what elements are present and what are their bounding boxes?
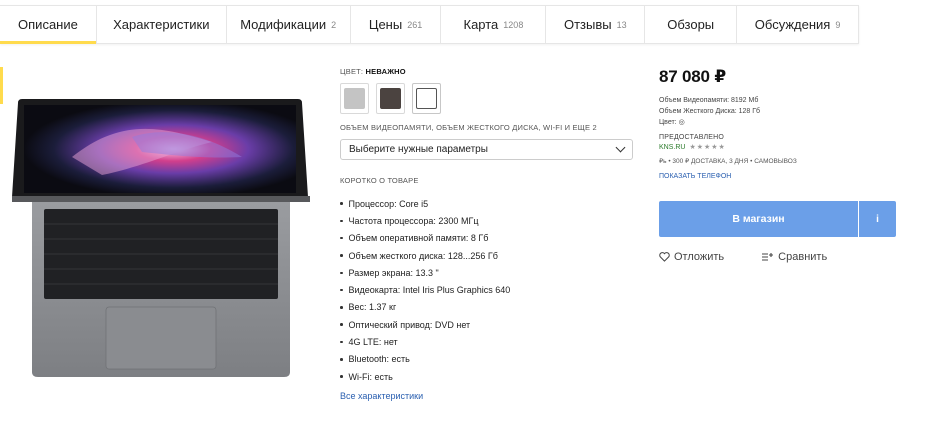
list-item: Размер экрана: 13.3 ": [340, 264, 640, 281]
to-store-button[interactable]: В магазин: [659, 201, 858, 237]
tab-count: 1208: [503, 19, 524, 30]
defer-button[interactable]: Отложить: [659, 251, 724, 263]
heart-icon: [659, 252, 670, 262]
list-item: Bluetooth: есть: [340, 351, 640, 368]
tab-overviews[interactable]: Обзоры: [645, 6, 738, 43]
tab-count: 13: [616, 19, 627, 30]
list-item: Частота процессора: 2300 МГц: [340, 212, 640, 229]
tab-label: Отзывы: [563, 17, 612, 32]
swatch-space-gray[interactable]: [376, 83, 405, 114]
tab-label: Обзоры: [667, 17, 715, 32]
tab-label: Характеристики: [113, 17, 210, 32]
tab-characteristics[interactable]: Характеристики: [97, 6, 227, 43]
info-line: Цвет: ◎: [659, 119, 685, 126]
tab-label: Обсуждения: [754, 17, 831, 32]
compare-button[interactable]: Сравнить: [761, 251, 827, 263]
list-item: Видеокарта: Intel Iris Plus Graphics 640: [340, 281, 640, 298]
tab-discussions[interactable]: Обсуждения 9: [737, 6, 858, 43]
shop-row: KNS.RU ★★★★★: [659, 143, 899, 151]
tab-label: Модификации: [240, 17, 327, 32]
shop-link[interactable]: KNS.RU: [659, 144, 685, 151]
color-swatches: [340, 83, 640, 114]
provided-label: ПРЕДОСТАВЛЕНО: [659, 134, 725, 141]
product-image[interactable]: [12, 97, 312, 382]
buy-row: В магазин i: [659, 201, 896, 237]
params-select[interactable]: Выберите нужные параметры: [340, 139, 633, 160]
tab-label: Описание: [18, 17, 78, 32]
list-item: Оптический привод: DVD нет: [340, 316, 640, 333]
info-line: Объем Видеопамяти: 8192 Мб: [659, 97, 759, 104]
info-button[interactable]: i: [859, 201, 896, 237]
offer-actions: Отложить Сравнить: [659, 251, 827, 263]
tab-modifications[interactable]: Модификации 2: [227, 6, 351, 43]
list-item: Wi-Fi: есть: [340, 368, 640, 385]
swatch-fill: [380, 88, 401, 109]
show-phone-link[interactable]: ПОКАЗАТЬ ТЕЛЕФОН: [659, 173, 899, 180]
list-item: Процессор: Core i5: [340, 195, 640, 212]
tab-label: Цены: [368, 17, 403, 32]
list-item: 4G LTE: нет: [340, 333, 640, 350]
tab-description[interactable]: Описание: [0, 6, 97, 44]
offer-panel: 87 080 ₽ Объем Видеопамяти: 8192 Мб Объе…: [659, 67, 899, 263]
delivery-info: ₽ь • 300 ₽ ДОСТАВКА, 3 ДНЯ • САМОВЫВОЗ: [659, 158, 797, 165]
swatch-white[interactable]: [412, 83, 441, 114]
rating-stars: ★★★★★: [689, 144, 726, 151]
color-value: НЕВАЖНО: [365, 67, 406, 76]
product-config: ЦВЕТ: НЕВАЖНО ОБЪЕМ ВИДЕОПАМЯТИ, ОБЪЕМ Ж…: [340, 67, 640, 401]
tab-count: 2: [331, 19, 337, 30]
active-marker: [0, 67, 3, 104]
product-tabs: Описание Характеристики Модификации 2 Цен…: [0, 5, 859, 44]
all-characteristics-link[interactable]: Все характеристики: [340, 391, 640, 401]
chevron-down-icon: [615, 142, 626, 153]
color-label: ЦВЕТ: НЕВАЖНО: [340, 67, 640, 76]
compare-icon: [762, 253, 774, 261]
list-item: Объем жесткого диска: 128...256 Гб: [340, 247, 640, 264]
swatch-silver[interactable]: [340, 83, 369, 114]
list-item: Объем оперативной памяти: 8 Гб: [340, 230, 640, 247]
swatch-fill: [344, 88, 365, 109]
defer-label: Отложить: [674, 251, 725, 263]
price: 87 080 ₽: [659, 67, 726, 86]
tab-reviews[interactable]: Отзывы 13: [546, 6, 646, 43]
compare-label: Сравнить: [778, 251, 828, 263]
short-info-label: КОРОТКО О ТОВАРЕ: [340, 176, 419, 185]
offer-info: Объем Видеопамяти: 8192 Мб Объем Жестког…: [659, 95, 899, 128]
swatch-fill: [416, 88, 437, 109]
tab-count: 261: [407, 19, 423, 30]
spec-list: Процессор: Core i5 Частота процессора: 2…: [340, 195, 640, 385]
params-label: ОБЪЕМ ВИДЕОПАМЯТИ, ОБЪЕМ ЖЕСТКОГО ДИСКА,…: [340, 123, 597, 132]
info-line: Объем Жесткого Диска: 128 Гб: [659, 108, 761, 115]
tab-prices[interactable]: Цены 261: [351, 6, 442, 43]
tab-count: 9: [835, 19, 841, 30]
color-caption: ЦВЕТ:: [340, 67, 364, 76]
select-value: Выберите нужные параметры: [349, 144, 488, 155]
tab-label: Карта: [463, 17, 499, 32]
list-item: Вес: 1.37 кг: [340, 299, 640, 316]
tab-map[interactable]: Карта 1208: [441, 6, 547, 43]
